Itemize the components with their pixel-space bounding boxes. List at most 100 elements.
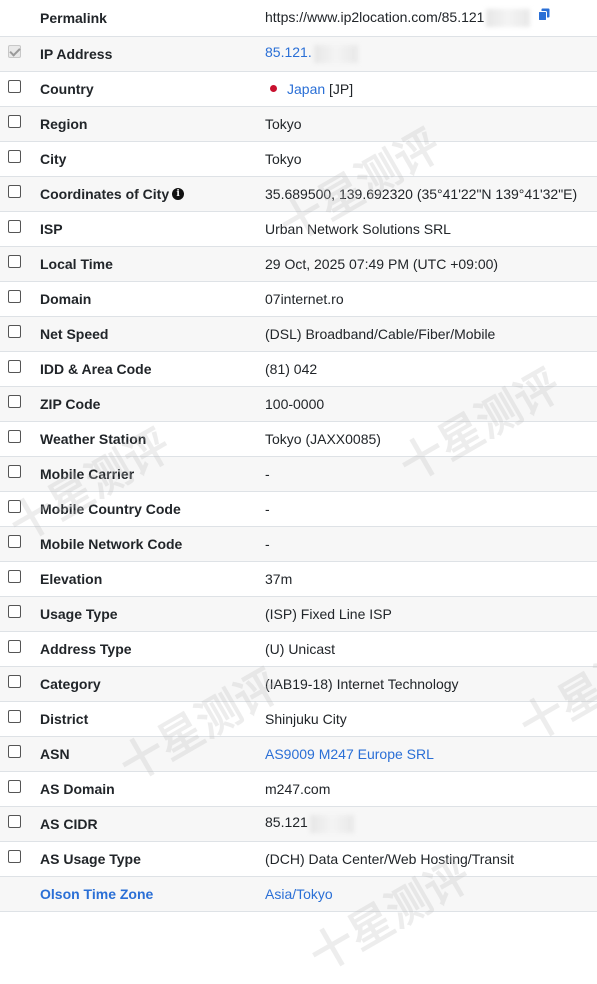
row-mobile-network-code: Mobile Network Code - — [0, 526, 597, 561]
label-mobile-country-code: Mobile Country Code — [40, 500, 181, 517]
label-net-speed: Net Speed — [40, 325, 109, 342]
row-district: District Shinjuku City — [0, 701, 597, 736]
row-address-type: Address Type (U) Unicast — [0, 631, 597, 666]
row-asn: ASN AS9009 M247 Europe SRL — [0, 736, 597, 771]
asn-checkbox[interactable] — [8, 745, 21, 759]
idd-area-code-checkbox[interactable] — [8, 360, 21, 374]
category-value: (IAB19-18) Internet Technology — [265, 675, 459, 692]
label-mobile-carrier: Mobile Carrier — [40, 465, 135, 482]
as-domain-value: m247.com — [265, 780, 331, 797]
label-idd-area-code: IDD & Area Code — [40, 360, 152, 377]
label-asn: ASN — [40, 745, 70, 762]
address-type-checkbox[interactable] — [8, 640, 21, 654]
label-ip-address: IP Address — [40, 45, 113, 62]
label-domain: Domain — [40, 290, 92, 307]
row-region: Region Tokyo — [0, 106, 597, 141]
label-zip-code: ZIP Code — [40, 395, 101, 412]
mobile-carrier-value: - — [265, 465, 270, 482]
elevation-value: 37m — [265, 570, 293, 587]
city-value: Tokyo — [265, 150, 302, 167]
country-link[interactable]: Japan — [287, 81, 325, 97]
row-as-domain: AS Domain m247.com — [0, 771, 597, 806]
elevation-checkbox[interactable] — [8, 570, 21, 584]
row-idd-area-code: IDD & Area Code (81) 042 — [0, 351, 597, 386]
row-city: City Tokyo — [0, 141, 597, 176]
domain-value: 07internet.ro — [265, 290, 344, 307]
label-as-usage-type: AS Usage Type — [40, 850, 141, 867]
mobile-country-code-checkbox[interactable] — [8, 500, 21, 514]
row-mobile-carrier: Mobile Carrier - — [0, 456, 597, 491]
label-city: City — [40, 150, 67, 167]
label-category: Category — [40, 675, 101, 692]
row-net-speed: Net Speed (DSL) Broadband/Cable/Fiber/Mo… — [0, 316, 597, 351]
net-speed-checkbox[interactable] — [8, 325, 21, 339]
country-checkbox[interactable] — [8, 80, 21, 94]
ip-address-link[interactable]: 85.121. — [265, 44, 312, 60]
row-isp: ISP Urban Network Solutions SRL — [0, 211, 597, 246]
row-category: Category (IAB19-18) Internet Technology — [0, 666, 597, 701]
copy-icon[interactable] — [538, 8, 550, 24]
row-as-cidr: AS CIDR 85.121 — [0, 806, 597, 841]
row-coordinates: Coordinates of City i 35.689500, 139.6923… — [0, 176, 597, 211]
coordinates-checkbox[interactable] — [8, 185, 21, 199]
zip-code-checkbox[interactable] — [8, 395, 21, 409]
as-cidr-checkbox[interactable] — [8, 815, 21, 829]
category-checkbox[interactable] — [8, 675, 21, 689]
isp-checkbox[interactable] — [8, 220, 21, 234]
row-domain: Domain 07internet.ro — [0, 281, 597, 316]
label-address-type: Address Type — [40, 640, 132, 657]
address-type-value: (U) Unicast — [265, 640, 336, 657]
mobile-carrier-checkbox[interactable] — [8, 465, 21, 479]
ip-info-table: Permalink https://www.ip2location.com/85… — [0, 0, 597, 912]
row-weather-station: Weather Station Tokyo (JAXX0085) — [0, 421, 597, 456]
redacted-block — [313, 44, 358, 63]
as-cidr-value: 85.121 — [265, 814, 308, 831]
as-domain-checkbox[interactable] — [8, 780, 21, 794]
mobile-network-code-value: - — [265, 535, 270, 552]
label-coordinates: Coordinates of City — [40, 185, 170, 202]
olson-time-zone-link[interactable]: Olson Time Zone — [40, 886, 153, 902]
label-as-domain: AS Domain — [40, 780, 115, 797]
row-country: Country Japan [JP] — [0, 71, 597, 106]
asn-link[interactable]: AS9009 M247 Europe SRL — [265, 746, 434, 762]
redacted-block — [309, 814, 354, 833]
info-icon[interactable]: i — [172, 187, 185, 200]
row-olson-time-zone: Olson Time Zone Asia/Tokyo — [0, 876, 597, 911]
time-zone-link[interactable]: Asia/Tokyo — [265, 886, 333, 902]
row-elevation: Elevation 37m — [0, 561, 597, 596]
japan-flag-icon — [270, 85, 277, 93]
redacted-block — [486, 8, 531, 27]
district-value: Shinjuku City — [265, 710, 347, 727]
country-code: [JP] — [329, 80, 354, 97]
as-usage-type-checkbox[interactable] — [8, 850, 21, 864]
weather-station-checkbox[interactable] — [8, 430, 21, 444]
local-time-checkbox[interactable] — [8, 255, 21, 269]
net-speed-value: (DSL) Broadband/Cable/Fiber/Mobile — [265, 325, 496, 342]
weather-station-value: Tokyo (JAXX0085) — [265, 430, 381, 447]
row-zip-code: ZIP Code 100-0000 — [0, 386, 597, 421]
region-checkbox[interactable] — [8, 115, 21, 129]
domain-checkbox[interactable] — [8, 290, 21, 304]
mobile-network-code-checkbox[interactable] — [8, 535, 21, 549]
permalink-value: https://www.ip2location.com/85.121 — [265, 8, 485, 25]
district-checkbox[interactable] — [8, 710, 21, 724]
label-country: Country — [40, 80, 94, 97]
label-weather-station: Weather Station — [40, 430, 147, 447]
city-checkbox[interactable] — [8, 150, 21, 164]
ip-address-checkbox[interactable] — [8, 45, 21, 59]
label-isp: ISP — [40, 220, 63, 237]
label-mobile-network-code: Mobile Network Code — [40, 535, 183, 552]
row-usage-type: Usage Type (ISP) Fixed Line ISP — [0, 596, 597, 631]
label-district: District — [40, 710, 89, 727]
as-usage-type-value: (DCH) Data Center/Web Hosting/Transit — [265, 850, 514, 867]
zip-code-value: 100-0000 — [265, 395, 325, 412]
row-ip-address: IP Address 85.121. — [0, 36, 597, 71]
label-permalink: Permalink — [40, 9, 107, 26]
usage-type-checkbox[interactable] — [8, 605, 21, 619]
row-local-time: Local Time 29 Oct, 2025 07:49 PM (UTC +0… — [0, 246, 597, 281]
coordinates-value: 35.689500, 139.692320 (35°41'22"N 139°41… — [265, 185, 578, 202]
label-usage-type: Usage Type — [40, 605, 118, 622]
label-region: Region — [40, 115, 88, 132]
isp-value: Urban Network Solutions SRL — [265, 220, 451, 237]
label-as-cidr: AS CIDR — [40, 815, 98, 832]
